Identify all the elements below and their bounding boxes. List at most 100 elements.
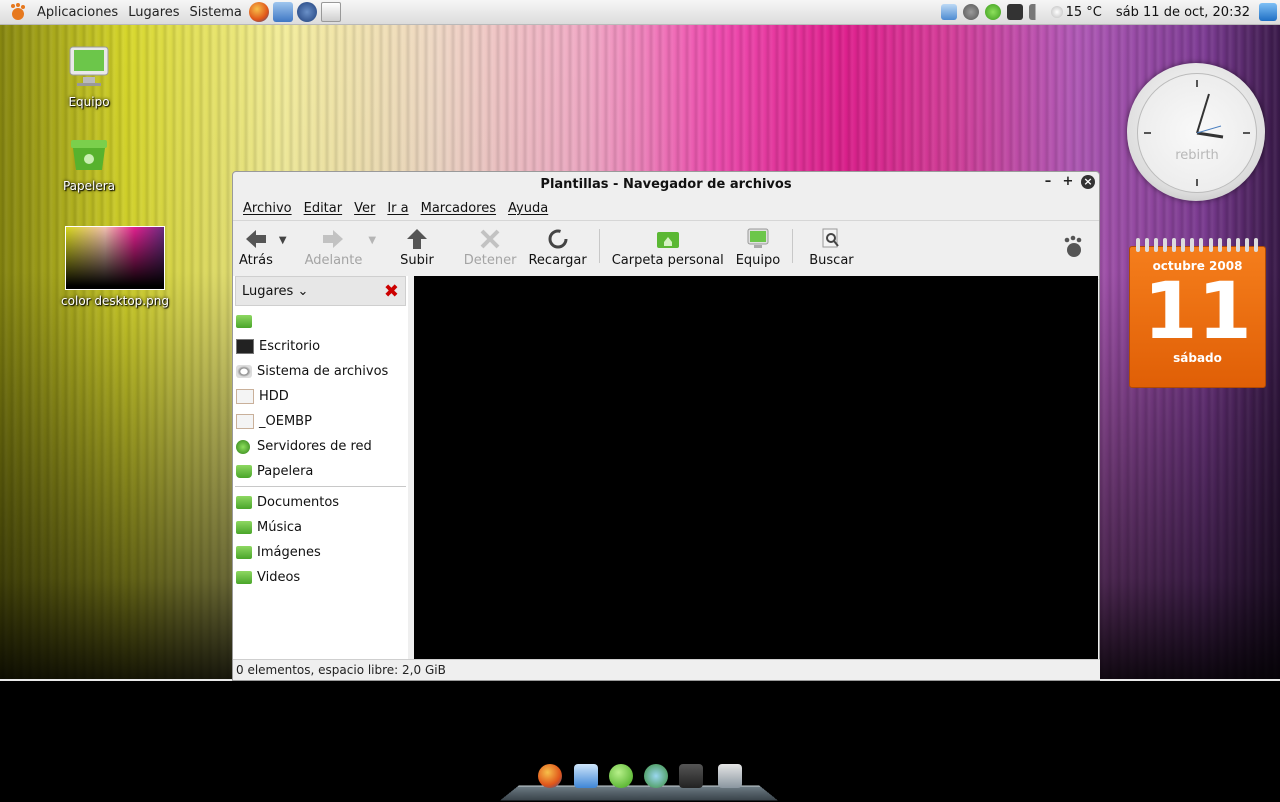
- desktop-icon: [236, 339, 254, 354]
- desktop-icon-label: Equipo: [68, 95, 110, 109]
- close-button[interactable]: ×: [1081, 175, 1095, 189]
- sidebar-bookmark-musica[interactable]: Música: [233, 515, 408, 540]
- back-button[interactable]: Atrás: [233, 225, 279, 268]
- sidebar-item-label: Sistema de archivos: [257, 364, 389, 379]
- text-editor-icon[interactable]: [320, 2, 341, 22]
- sidebar-item-label: Imágenes: [257, 545, 321, 560]
- trash-icon: [67, 136, 111, 172]
- sidebar-item-label: Papelera: [257, 464, 314, 479]
- sidebar-item-papelera[interactable]: Papelera: [233, 459, 408, 484]
- sidebar-item-label: Música: [257, 520, 302, 535]
- stop-icon: [478, 225, 502, 253]
- window-titlebar[interactable]: Plantillas - Navegador de archivos – + ×: [233, 172, 1099, 196]
- volume-icon[interactable]: [1028, 4, 1045, 20]
- weather-icon[interactable]: [1050, 6, 1063, 18]
- desktop-icon-color-desktop[interactable]: color desktop.png: [60, 226, 170, 308]
- sidebar-type-select[interactable]: Lugares ⌄: [242, 284, 308, 299]
- network-icon: [236, 439, 250, 454]
- up-button[interactable]: Subir: [394, 225, 440, 268]
- menu-sistema[interactable]: Sistema: [185, 5, 247, 20]
- sidebar-bookmark-videos[interactable]: Videos: [233, 565, 408, 590]
- sidebar-item-oembp[interactable]: _OEMBP: [233, 409, 408, 434]
- file-view-area[interactable]: [414, 276, 1098, 659]
- menu-marcadores[interactable]: Marcadores: [415, 201, 502, 216]
- sidebar-item-hdd[interactable]: HDD: [233, 384, 408, 409]
- folder-icon: [236, 546, 252, 559]
- clock-brand: rebirth: [1175, 148, 1219, 163]
- window-title: Plantillas - Navegador de archivos: [540, 176, 792, 192]
- display-icon[interactable]: [1006, 4, 1023, 20]
- stop-button[interactable]: Detener: [458, 225, 523, 268]
- music-player-icon[interactable]: [296, 2, 317, 22]
- arrow-right-icon: [321, 225, 345, 253]
- home-icon[interactable]: [718, 764, 742, 788]
- drive-icon: [236, 414, 254, 429]
- minimize-button[interactable]: –: [1041, 175, 1055, 189]
- menu-ir-a[interactable]: Ir a: [381, 201, 414, 216]
- desktop-icon-label: color desktop.png: [61, 294, 169, 308]
- sidebar-bookmark-imagenes[interactable]: Imágenes: [233, 540, 408, 565]
- menu-archivo[interactable]: Archivo: [237, 201, 298, 216]
- forward-label: Adelante: [304, 253, 363, 268]
- calendar-widget[interactable]: octubre 2008 11 sábado: [1129, 238, 1266, 388]
- weather-temperature[interactable]: 15 °C: [1066, 5, 1102, 20]
- menu-lugares[interactable]: Lugares: [123, 5, 184, 20]
- sidebar-item-escritorio[interactable]: Escritorio: [233, 334, 408, 359]
- sidebar-type-label: Lugares: [242, 283, 294, 299]
- download-icon[interactable]: [940, 4, 957, 20]
- gnome-foot-icon[interactable]: [8, 2, 28, 22]
- sidebar-item-filesystem[interactable]: Sistema de archivos: [233, 359, 408, 384]
- arrow-up-icon: [405, 225, 429, 253]
- update-icon[interactable]: [272, 2, 293, 22]
- menu-aplicaciones[interactable]: Aplicaciones: [32, 5, 123, 20]
- back-label: Atrás: [239, 253, 273, 268]
- clock-hands: [1144, 80, 1250, 186]
- up-label: Subir: [400, 253, 434, 268]
- status-text: 0 elementos, espacio libre: 2,0 GiB: [236, 663, 446, 677]
- arrow-left-icon: [244, 225, 268, 253]
- close-sidebar-icon[interactable]: ✖: [384, 281, 399, 302]
- sidebar-item-label: Servidores de red: [257, 439, 372, 454]
- trash-icon: [236, 465, 252, 478]
- sidebar-item-home[interactable]: [233, 309, 408, 334]
- forward-history-dropdown[interactable]: ▼: [368, 235, 376, 246]
- menu-editar[interactable]: Editar: [298, 201, 349, 216]
- drive-icon: [236, 389, 254, 404]
- desktop-icon-label: Papelera: [62, 179, 116, 193]
- menu-ver[interactable]: Ver: [348, 201, 381, 216]
- computer-icon: [67, 44, 111, 88]
- reload-button[interactable]: Recargar: [522, 225, 592, 268]
- panel-tray: 15 °C sáb 11 de oct, 20:32: [938, 0, 1280, 24]
- sidebar-item-label: _OEMBP: [259, 414, 312, 429]
- home-folder-icon: [656, 225, 680, 253]
- sidebar-item-network[interactable]: Servidores de red: [233, 434, 408, 459]
- download-icon[interactable]: [574, 764, 598, 788]
- toolbar-separator: [598, 229, 600, 263]
- desktop-icon-papelera[interactable]: Papelera: [44, 136, 134, 193]
- firefox-icon[interactable]: [538, 764, 562, 788]
- search-button[interactable]: Buscar: [803, 225, 859, 268]
- maximize-button[interactable]: +: [1061, 175, 1075, 189]
- forward-button[interactable]: Adelante: [299, 225, 369, 268]
- chat-icon[interactable]: [609, 764, 633, 788]
- toolbar: Atrás ▼ Adelante ▼ Subir Detener Recarga…: [233, 220, 1099, 280]
- desktop-icon-equipo[interactable]: Equipo: [44, 44, 134, 109]
- firefox-icon[interactable]: [248, 2, 269, 22]
- update-notifier-icon[interactable]: [1259, 3, 1277, 21]
- clock-widget[interactable]: rebirth: [1127, 63, 1265, 201]
- folder-icon: [236, 571, 252, 584]
- network-icon[interactable]: [984, 4, 1001, 20]
- user-icon[interactable]: [962, 4, 979, 20]
- computer-button[interactable]: Equipo: [730, 225, 787, 268]
- sidebar-bookmark-documentos[interactable]: Documentos: [233, 490, 408, 515]
- panel-clock[interactable]: sáb 11 de oct, 20:32: [1116, 5, 1250, 20]
- dock: [500, 758, 778, 801]
- menu-ayuda[interactable]: Ayuda: [502, 201, 554, 216]
- folder-icon: [236, 521, 252, 534]
- back-history-dropdown[interactable]: ▼: [279, 235, 287, 246]
- home-button[interactable]: Carpeta personal: [606, 225, 730, 268]
- contacts-icon[interactable]: [644, 764, 668, 788]
- sidebar-item-label: Videos: [257, 570, 301, 585]
- media-icon[interactable]: [679, 764, 703, 788]
- places-sidebar: Lugares ⌄ ✖ Escritorio Sistema de archiv…: [233, 276, 409, 659]
